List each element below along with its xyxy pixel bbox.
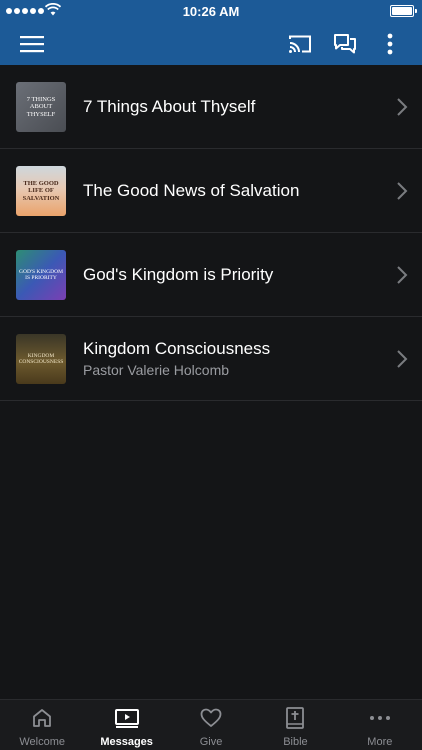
message-title: Kingdom Consciousness [83,339,271,358]
battery-icon [390,5,417,17]
message-speaker: Pastor Valerie Holcomb [83,362,230,378]
message-title: God's Kingdom is Priority [83,264,274,284]
tab-label: Welcome [19,736,66,748]
chat-icon [334,33,356,53]
message-row[interactable]: The Good Life of Salvation The Good News… [0,149,422,233]
chevron-right-icon [397,182,408,200]
chevron-right-icon [397,98,408,116]
message-thumbnail: 7 Things About Thyself [16,82,66,132]
tab-bible[interactable]: Bible [253,700,337,750]
chevron-right-icon [397,350,408,368]
cast-button[interactable] [278,22,322,65]
chevron-right-icon [397,266,408,284]
cast-icon [289,35,311,53]
tab-messages[interactable]: Messages [84,700,168,750]
message-title: 7 Things About Thyself [83,96,256,116]
tab-label: Bible [283,736,308,748]
message-row[interactable]: 7 Things About Thyself 7 Things About Th… [0,65,422,149]
tab-give[interactable]: Give [169,700,253,750]
more-options-button[interactable] [368,22,412,65]
message-thumbnail: The Good Life of Salvation [16,166,66,216]
hamburger-icon [20,35,44,52]
tab-label: Messages [100,736,153,748]
tab-more[interactable]: More [338,700,422,750]
tab-label: Give [199,736,223,748]
message-title: The Good News of Salvation [83,180,300,200]
heart-icon [200,708,222,727]
bottom-tab-bar: Welcome Messages Give Bible More [0,699,422,750]
menu-button[interactable] [10,22,54,65]
message-row[interactable]: God's Kingdom is Priority God's Kingdom … [0,233,422,317]
message-thumbnail: Kingdom Consciousness [16,334,66,384]
message-list: 7 Things About Thyself 7 Things About Th… [0,65,422,401]
top-navigation-bar [0,22,422,65]
home-icon [33,709,52,727]
status-time: 10:26 AM [182,4,240,19]
status-bar: 10:26 AM [0,0,422,22]
bible-icon [286,707,305,729]
chat-button[interactable] [323,22,367,65]
video-play-icon [114,709,139,728]
message-thumbnail: God's Kingdom is Priority [16,250,66,300]
vertical-ellipsis-icon [387,33,393,54]
tab-label: More [367,736,393,748]
tab-welcome[interactable]: Welcome [0,700,84,750]
horizontal-ellipsis-icon [369,716,390,720]
message-row[interactable]: Kingdom Consciousness Kingdom Consciousn… [0,317,422,401]
